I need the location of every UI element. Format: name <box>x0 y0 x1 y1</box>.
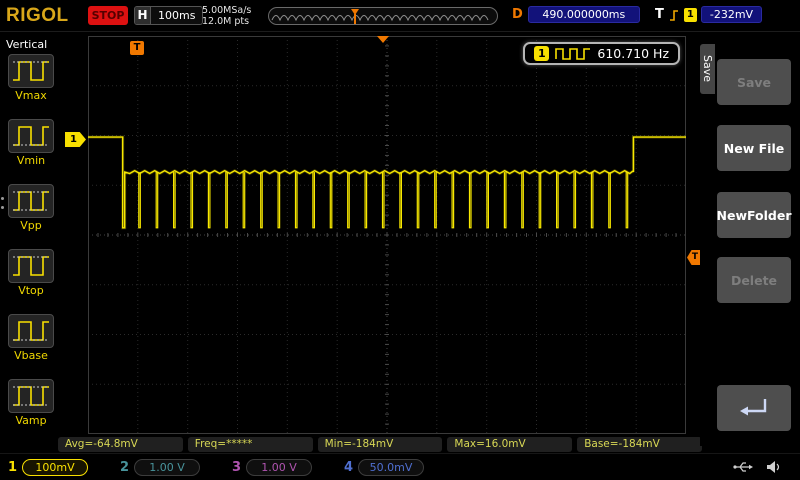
freq-channel-badge: 1 <box>534 46 549 61</box>
timebase-value: 100ms <box>151 9 202 22</box>
menu-button-new-folder[interactable]: NewFolder <box>717 192 791 238</box>
oscilloscope-screen: RIGOL STOP H 100ms 5.00MSa/s 12.0M pts D… <box>0 0 800 480</box>
trigger-position-indicator-icon <box>377 36 389 43</box>
vmin-icon <box>8 119 54 153</box>
trigger-level-value: -232mV <box>701 6 762 23</box>
square-wave-icon <box>555 47 591 61</box>
measure-base: Base=-184mV <box>577 437 702 452</box>
horizontal-timebase-group: H 100ms <box>134 6 203 25</box>
sidebar-item-label: Vmin <box>17 154 45 167</box>
menu-tab-save: Save <box>700 44 715 94</box>
waveform-display: T 1 T 1 610.710 Hz <box>88 36 686 434</box>
channel-4-status[interactable]: 4 50.0mV <box>344 459 448 476</box>
vpp-icon <box>8 184 54 218</box>
usb-icon <box>732 460 754 474</box>
top-status-bar: RIGOL STOP H 100ms 5.00MSa/s 12.0M pts D… <box>0 0 800 32</box>
channel-status-bar: 1 100mV 2 1.00 V 3 1.00 V 4 50.0mV <box>0 453 800 480</box>
trigger-position-marker <box>351 8 359 24</box>
measure-min: Min=-184mV <box>318 437 443 452</box>
channel-scale: 100mV <box>22 459 88 476</box>
menu-button-new-file[interactable]: New File <box>717 125 791 171</box>
delay-group: D 490.000000ms <box>512 6 640 23</box>
measurement-sidebar: Vertical Vmax Vmin Vpp Vtop <box>0 34 62 446</box>
trigger-level-marker: T <box>687 250 700 265</box>
menu-button-delete[interactable]: Delete <box>717 257 791 303</box>
vtop-icon <box>8 249 54 283</box>
speaker-icon <box>766 460 782 474</box>
channel-2-status[interactable]: 2 1.00 V <box>120 459 224 476</box>
menu-page-indicator <box>1 197 4 209</box>
rigol-logo: RIGOL <box>6 5 69 27</box>
acquisition-info: 5.00MSa/s 12.0M pts <box>202 5 251 27</box>
measurement-strip: Avg=-64.8mV Freq=***** Min=-184mV Max=16… <box>58 437 702 452</box>
channel-scale: 50.0mV <box>358 459 424 476</box>
measure-freq: Freq=***** <box>188 437 313 452</box>
channel-number: 1 <box>8 460 17 475</box>
trigger-source-badge: 1 <box>684 8 697 22</box>
d-label: D <box>512 7 523 22</box>
memory-depth: 12.0M pts <box>202 16 251 27</box>
vmax-icon <box>8 54 54 88</box>
sidebar-item-vpp[interactable]: Vpp <box>0 184 62 249</box>
sidebar-title: Vertical <box>0 34 62 54</box>
sample-rate: 5.00MSa/s <box>202 5 251 16</box>
sidebar-item-label: Vamp <box>15 414 46 427</box>
t-label: T <box>655 7 664 22</box>
menu-button-back[interactable] <box>717 385 791 431</box>
sidebar-item-vmax[interactable]: Vmax <box>0 54 62 119</box>
h-label: H <box>135 7 151 24</box>
frequency-counter: 1 610.710 Hz <box>523 42 680 65</box>
soft-menu-panel: Save Save New File NewFolder Delete <box>700 34 800 446</box>
run-state-badge: STOP <box>88 6 128 25</box>
sidebar-item-label: Vtop <box>18 284 44 297</box>
sidebar-item-label: Vmax <box>15 89 47 102</box>
channel-1-status[interactable]: 1 100mV <box>8 459 112 476</box>
freq-value: 610.710 Hz <box>597 46 669 61</box>
channel-number: 4 <box>344 460 353 475</box>
memory-position-bar <box>268 7 498 25</box>
trigger-edge-icon <box>668 7 680 23</box>
trigger-info-group: T 1 -232mV <box>655 6 762 23</box>
vamp-icon <box>8 379 54 413</box>
sidebar-item-label: Vpp <box>20 219 42 232</box>
sidebar-item-vtop[interactable]: Vtop <box>0 249 62 314</box>
sidebar-item-label: Vbase <box>14 349 48 362</box>
memory-waveform-preview <box>269 8 497 25</box>
channel-number: 3 <box>232 460 241 475</box>
channel-3-status[interactable]: 3 1.00 V <box>232 459 336 476</box>
sidebar-item-vbase[interactable]: Vbase <box>0 314 62 379</box>
sidebar-item-vmin[interactable]: Vmin <box>0 119 62 184</box>
channel-scale: 1.00 V <box>246 459 312 476</box>
status-icons <box>732 460 782 474</box>
channel1-trace <box>88 36 686 434</box>
channel1-level-marker: 1 <box>65 132 86 147</box>
sidebar-item-vamp[interactable]: Vamp <box>0 379 62 444</box>
trigger-time-flag: T <box>130 41 144 55</box>
vbase-icon <box>8 314 54 348</box>
return-arrow-icon <box>736 395 772 421</box>
measure-avg: Avg=-64.8mV <box>58 437 183 452</box>
channel-scale: 1.00 V <box>134 459 200 476</box>
delay-value: 490.000000ms <box>528 6 640 23</box>
measure-max: Max=16.0mV <box>447 437 572 452</box>
channel-number: 2 <box>120 460 129 475</box>
menu-button-save[interactable]: Save <box>717 59 791 105</box>
